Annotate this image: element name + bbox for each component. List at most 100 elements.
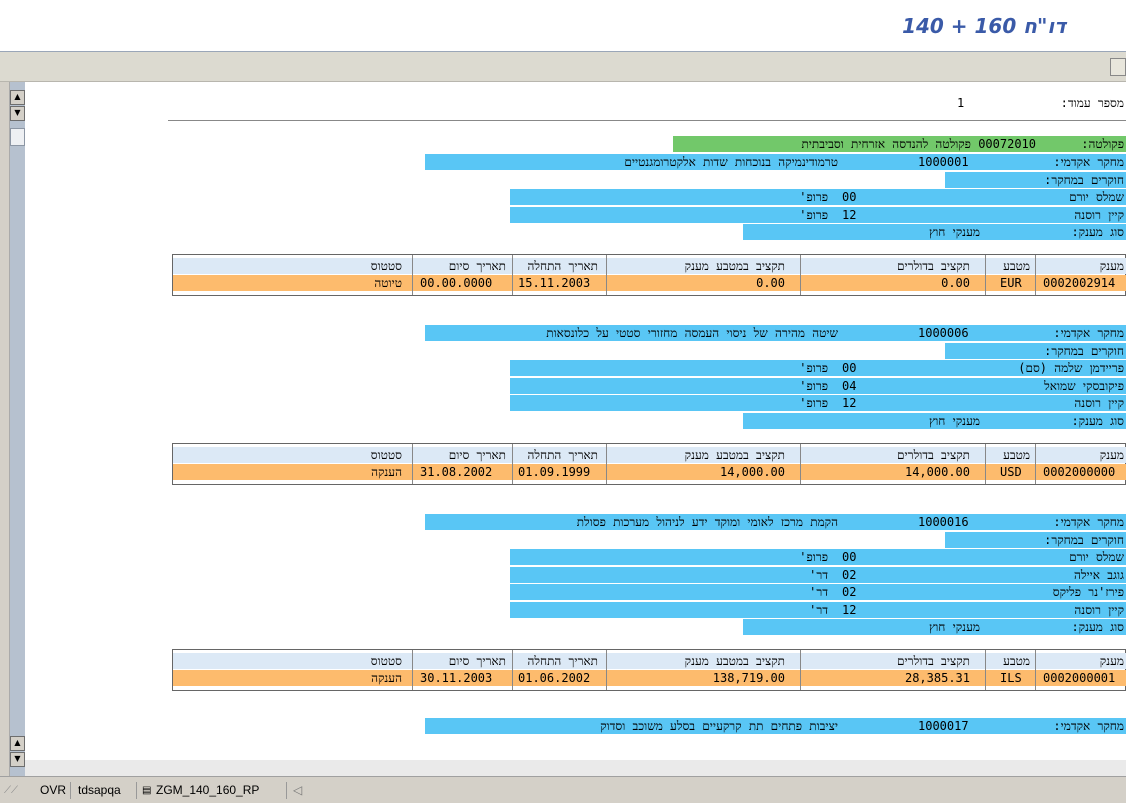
page-number-value: 1	[957, 96, 965, 110]
grant-table-divider	[985, 255, 986, 295]
grant-table-header-cell: תאריך סיום	[448, 654, 506, 668]
grant-table-header-cell: סטטוס	[370, 259, 402, 273]
faculty-label: פקולטה:	[1081, 137, 1124, 151]
status-bar: ⟋⟋ OVR tdsapqa ▤ ZGM_140_160_RP ◁	[0, 776, 1126, 803]
project-number: 1000006	[918, 326, 969, 340]
grant-start: 15.11.2003	[518, 276, 591, 290]
resize-grip-icon: ⟋⟋	[4, 785, 18, 796]
scroll-thumb[interactable]	[10, 128, 25, 146]
grant-table-header	[173, 446, 1126, 463]
grant-table-divider	[512, 443, 513, 484]
project-number: 1000017	[918, 719, 969, 733]
grant-id: 0002002914	[1043, 276, 1116, 290]
grantor-type-label: סוג מענק:	[1071, 413, 1124, 428]
grant-currency: USD	[1000, 464, 1022, 479]
grantor-type-label: סוג מענק:	[1071, 225, 1124, 239]
grant-table-header-cell: מענק	[1099, 447, 1124, 462]
grant-table-divider	[412, 255, 413, 295]
grant-table-row	[173, 670, 1126, 686]
grant-start: 01.09.1999	[518, 464, 591, 479]
project-title: הקמת מרכז לאומי ומוקד ידע לניהול מערכות …	[576, 515, 838, 529]
grant-table-header-cell: תאריך התחלה	[527, 259, 598, 273]
researcher-code: 04	[842, 378, 857, 393]
status-program[interactable]: ZGM_140_160_RP	[156, 782, 259, 799]
grant-status: הענקה	[371, 464, 402, 479]
grant-table-header-cell: סטטוס	[370, 654, 402, 668]
find-icon[interactable]	[1110, 58, 1126, 76]
grant-table-header-cell: תקציב בדולרים	[897, 654, 970, 668]
grant-usd: 0.00	[941, 276, 970, 290]
grantor-type-value: מענקי חוץ	[928, 620, 980, 634]
report-title: דו"ח 160 + 140	[902, 14, 1066, 38]
application-toolbar	[0, 52, 1126, 82]
researcher-role: פרופ'	[799, 361, 828, 375]
researcher-name: קיין רוסנה	[1074, 396, 1124, 410]
grant-amount: 138,719.00	[712, 671, 785, 685]
grant-start: 01.06.2002	[518, 671, 591, 685]
researcher-role: פרופ'	[799, 396, 828, 410]
status-divider	[70, 782, 71, 799]
project-number: 1000016	[918, 515, 969, 529]
researcher-name: פיקובסקי שמואל	[1044, 378, 1124, 393]
grant-end: 00.00.0000	[420, 276, 493, 290]
researcher-code: 12	[842, 602, 857, 617]
researcher-code: 00	[842, 550, 857, 564]
researcher-code: 12	[842, 207, 857, 222]
grant-table-divider	[800, 255, 801, 295]
partners-label: חוקרים במחקר:	[1044, 343, 1124, 358]
grant-id: 0002000000	[1043, 464, 1116, 479]
grant-table-divider	[800, 650, 801, 690]
scroll-up-icon[interactable]: ▲	[10, 90, 25, 105]
grant-table-header-cell: מטבע	[1003, 259, 1030, 273]
grant-table-header-cell: מטבע	[1003, 654, 1030, 668]
partners-label: חוקרים במחקר:	[1044, 172, 1124, 187]
vertical-scrollbar[interactable]	[10, 82, 25, 776]
scroll-down-icon[interactable]: ▼	[10, 106, 25, 121]
research-number-label: מחקר אקדמי:	[1053, 719, 1124, 733]
grantor-type-value: מענקי חוץ	[928, 225, 980, 239]
grant-table-header-cell: תקציב בדולרים	[897, 447, 970, 462]
grant-id: 0002000001	[1043, 671, 1116, 685]
grant-table-divider	[512, 255, 513, 295]
researcher-name: שמלס יורם	[1069, 190, 1124, 204]
project-title: טרמודינמיקה בנוכחות שדות אלקטרומגנטיים	[624, 155, 838, 169]
grant-table-row	[173, 463, 1126, 480]
grant-table-divider	[985, 650, 986, 690]
scroll-page-up-icon[interactable]: ▲	[10, 736, 25, 751]
grant-table-header-cell: תאריך סיום	[448, 259, 506, 273]
project-title: שיטה מהירה של ניסוי העמסה מחזורי סטטי על…	[546, 326, 838, 340]
grant-table-header-cell: מענק	[1099, 259, 1124, 273]
scroll-page-down-icon[interactable]: ▼	[10, 752, 25, 767]
researcher-name: פירז'נר פליקס	[1052, 585, 1124, 599]
status-divider	[136, 782, 137, 799]
grant-table-divider	[606, 255, 607, 295]
grant-table-divider	[1035, 443, 1036, 484]
grant-status: טיוטה	[374, 276, 402, 290]
research-number-label: מחקר אקדמי:	[1053, 326, 1124, 340]
researcher-code: 02	[842, 567, 857, 582]
grant-amount: 14,000.00	[719, 464, 785, 479]
grant-end: 30.11.2003	[420, 671, 493, 685]
grantor-type-label: סוג מענק:	[1071, 620, 1124, 634]
grantor-type-value: מענקי חוץ	[928, 413, 980, 428]
researcher-code: 12	[842, 396, 857, 410]
researcher-name: גוגב איילה	[1073, 567, 1124, 582]
researcher-role: דר'	[809, 602, 828, 617]
researcher-name: קיין רוסנה	[1074, 207, 1124, 222]
grant-table-header-cell: תאריך התחלה	[527, 654, 598, 668]
researcher-role: פרופ'	[799, 190, 828, 204]
horizontal-scrollbar[interactable]	[25, 760, 1126, 776]
grant-table-divider	[412, 443, 413, 484]
status-expand-icon[interactable]: ◁	[293, 782, 302, 799]
researcher-code: 00	[842, 361, 857, 375]
grant-table-header-cell: תקציב במטבע מענק	[684, 259, 785, 273]
researcher-name: קיין רוסנה	[1074, 602, 1124, 617]
researcher-role: פרופ'	[799, 378, 828, 393]
faculty-value: 00072010 פקולטה להנדסה אזרחית וסביבתית	[801, 137, 1036, 151]
status-server: tdsapqa	[78, 783, 121, 797]
grant-table-divider	[512, 650, 513, 690]
grant-table-header	[173, 653, 1126, 669]
program-icon: ▤	[142, 785, 152, 796]
page-number-label: מספר עמוד:	[1060, 96, 1124, 110]
grant-table-divider	[1035, 650, 1036, 690]
